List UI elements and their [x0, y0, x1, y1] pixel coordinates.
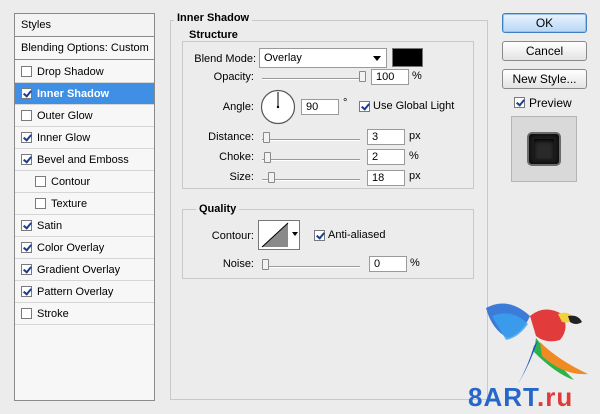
preview-checkbox[interactable]: [514, 97, 525, 108]
noise-slider-track[interactable]: [262, 266, 360, 268]
cancel-button[interactable]: Cancel: [502, 41, 587, 61]
chevron-down-icon: [373, 56, 381, 61]
angle-dial[interactable]: [260, 89, 296, 125]
style-item-label: Satin: [37, 220, 63, 232]
size-unit: px: [409, 170, 421, 182]
choke-input[interactable]: 2: [367, 149, 405, 165]
style-item-label: Pattern Overlay: [37, 286, 114, 298]
ok-button[interactable]: OK: [502, 13, 587, 33]
style-item-label: Inner Shadow: [37, 88, 110, 100]
style-item-checkbox[interactable]: [35, 198, 46, 209]
blend-mode-select[interactable]: Overlay: [259, 48, 387, 68]
opacity-input[interactable]: 100: [371, 69, 409, 85]
choke-label: Choke:: [219, 151, 254, 163]
choke-slider-thumb[interactable]: [263, 152, 271, 163]
inner-shadow-title: Inner Shadow: [174, 12, 253, 24]
style-item-drop-shadow[interactable]: Drop Shadow: [15, 61, 154, 83]
distance-input[interactable]: 3: [367, 129, 405, 145]
size-slider-track[interactable]: [262, 179, 360, 181]
style-item-contour[interactable]: Contour: [15, 171, 154, 193]
style-item-gradient-overlay[interactable]: Gradient Overlay: [15, 259, 154, 281]
preview-label[interactable]: Preview: [529, 96, 572, 110]
style-item-label: Texture: [51, 198, 88, 210]
distance-label: Distance:: [208, 131, 254, 143]
opacity-slider-thumb[interactable]: [359, 71, 366, 82]
style-item-checkbox[interactable]: [21, 286, 32, 297]
angle-input[interactable]: 90: [301, 99, 339, 115]
style-item-label: Outer Glow: [37, 110, 93, 122]
size-label: Size:: [229, 171, 254, 183]
style-item-checkbox[interactable]: [21, 66, 32, 77]
angle-label: Angle:: [222, 101, 254, 113]
anti-aliased-label[interactable]: Anti-aliased: [328, 229, 385, 241]
noise-label: Noise:: [222, 258, 254, 270]
style-item-bevel-and-emboss[interactable]: Bevel and Emboss: [15, 149, 154, 171]
style-item-label: Contour: [51, 176, 91, 188]
style-item-inner-glow[interactable]: Inner Glow: [15, 127, 154, 149]
style-item-label: Drop Shadow: [37, 66, 104, 78]
parrot-logo-icon: [478, 294, 594, 390]
contour-label: Contour:: [211, 230, 254, 242]
style-item-checkbox[interactable]: [21, 308, 32, 319]
style-item-checkbox[interactable]: [21, 132, 32, 143]
watermark-text: 8ART.ru: [468, 384, 573, 410]
noise-input[interactable]: 0: [369, 256, 407, 272]
style-item-label: Color Overlay: [37, 242, 105, 254]
style-preview-thumbnail: [511, 116, 577, 182]
distance-slider-thumb[interactable]: [262, 132, 270, 143]
size-slider-thumb[interactable]: [268, 172, 276, 183]
style-item-inner-shadow[interactable]: Inner Shadow: [15, 83, 154, 105]
style-item-label: Inner Glow: [37, 132, 91, 144]
style-item-texture[interactable]: Texture: [15, 193, 154, 215]
style-item-checkbox[interactable]: [21, 220, 32, 231]
styles-panel: Styles Blending Options: Custom Drop Sha…: [14, 13, 155, 401]
opacity-unit: %: [412, 70, 422, 82]
opacity-label: Opacity:: [213, 71, 254, 83]
style-item-checkbox[interactable]: [21, 154, 32, 165]
use-global-light-checkbox[interactable]: [359, 101, 370, 112]
style-item-label: Bevel and Emboss: [37, 154, 129, 166]
style-item-stroke[interactable]: Stroke: [15, 303, 154, 325]
angle-unit: °: [343, 97, 348, 109]
blend-mode-label: Blend Mode:: [194, 53, 256, 65]
noise-unit: %: [410, 257, 420, 269]
style-item-label: Stroke: [37, 308, 69, 320]
style-item-checkbox[interactable]: [21, 110, 32, 121]
styles-header[interactable]: Styles: [15, 14, 154, 37]
style-item-color-overlay[interactable]: Color Overlay: [15, 237, 154, 259]
style-item-checkbox[interactable]: [21, 264, 32, 275]
noise-slider-thumb[interactable]: [262, 259, 269, 270]
blending-options-item[interactable]: Blending Options: Custom: [15, 37, 154, 60]
style-item-satin[interactable]: Satin: [15, 215, 154, 237]
contour-picker[interactable]: [258, 220, 300, 250]
choke-slider-track[interactable]: [262, 159, 360, 161]
quality-title: Quality: [196, 203, 240, 215]
contour-chevron-down-icon: [292, 232, 298, 236]
distance-slider-track[interactable]: [262, 139, 360, 141]
style-item-pattern-overlay[interactable]: Pattern Overlay: [15, 281, 154, 303]
new-style-button[interactable]: New Style...: [502, 69, 587, 89]
contour-curve-icon: [261, 222, 289, 248]
style-item-checkbox[interactable]: [21, 242, 32, 253]
opacity-slider-track[interactable]: [262, 78, 366, 80]
anti-aliased-checkbox[interactable]: [314, 230, 325, 241]
style-item-label: Gradient Overlay: [37, 264, 121, 276]
distance-unit: px: [409, 130, 421, 142]
structure-title: Structure: [186, 29, 241, 41]
size-input[interactable]: 18: [367, 170, 405, 186]
style-item-checkbox[interactable]: [35, 176, 46, 187]
style-item-checkbox[interactable]: [21, 88, 32, 99]
blend-mode-value: Overlay: [264, 52, 302, 64]
choke-unit: %: [409, 150, 419, 162]
watermark-text-ru: .ru: [537, 382, 574, 412]
style-item-outer-glow[interactable]: Outer Glow: [15, 105, 154, 127]
watermark-text-8art: 8ART: [468, 382, 538, 412]
use-global-light-label[interactable]: Use Global Light: [373, 100, 454, 112]
shadow-color-swatch[interactable]: [392, 48, 423, 67]
